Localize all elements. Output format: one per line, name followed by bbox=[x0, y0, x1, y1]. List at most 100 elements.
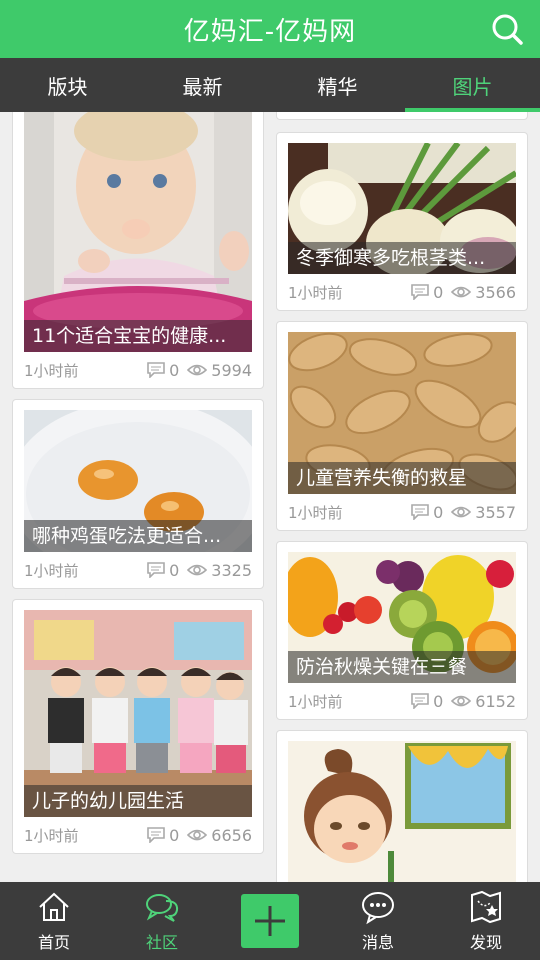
add-post-button[interactable] bbox=[241, 894, 299, 948]
post-caption: 哪种鸡蛋吃法更适合... bbox=[24, 520, 252, 552]
comment-count: 0 bbox=[147, 826, 179, 845]
view-count: 3566 bbox=[451, 283, 516, 302]
view-count-value: 3325 bbox=[211, 560, 252, 580]
nav-discover[interactable]: 发现 bbox=[432, 882, 540, 960]
map-icon bbox=[471, 890, 501, 924]
view-count: 3557 bbox=[451, 503, 516, 522]
post-image-peanuts: 儿童营养失衡的救星 bbox=[288, 332, 516, 494]
post-time: 1小时前 bbox=[24, 561, 79, 580]
view-count-value: 6152 bbox=[475, 691, 516, 711]
feed-column-right: 冬季御寒多吃根茎类... 1小时前 0 3566 儿童营养失衡的救星 1小时前 … bbox=[276, 112, 528, 882]
post-card[interactable]: 哪种鸡蛋吃法更适合... 1小时前 0 3325 bbox=[12, 399, 264, 589]
comment-icon bbox=[411, 284, 429, 300]
nav-add[interactable] bbox=[216, 882, 324, 960]
post-time: 1小时前 bbox=[288, 283, 343, 302]
add-icon bbox=[255, 906, 285, 936]
bottom-nav: 首页 社区 消息 发现 bbox=[0, 882, 540, 960]
comment-count: 0 bbox=[147, 361, 179, 380]
comment-icon bbox=[411, 504, 429, 520]
tab-label: 精华 bbox=[317, 74, 358, 99]
comment-icon bbox=[147, 827, 165, 843]
eye-icon bbox=[187, 829, 208, 841]
eye-icon bbox=[451, 506, 472, 518]
nav-messages[interactable]: 消息 bbox=[324, 882, 432, 960]
post-image-cartoon bbox=[288, 741, 516, 882]
nav-label: 消息 bbox=[361, 933, 394, 952]
app-bar: 亿妈汇-亿妈网 bbox=[0, 0, 540, 58]
tab-featured[interactable]: 精华 bbox=[270, 58, 405, 112]
post-card[interactable]: 11个适合宝宝的健康... 1小时前 0 5994 bbox=[12, 112, 264, 389]
nav-community[interactable]: 社区 bbox=[108, 882, 216, 960]
nav-label: 发现 bbox=[469, 933, 502, 952]
post-card[interactable]: 儿童营养失衡的救星 1小时前 0 3557 bbox=[276, 321, 528, 531]
view-count-value: 6656 bbox=[211, 825, 252, 845]
post-time: 1小时前 bbox=[24, 361, 79, 380]
post-image-baby: 11个适合宝宝的健康... bbox=[24, 112, 252, 352]
tab-label: 版块 bbox=[47, 74, 88, 99]
view-count: 5994 bbox=[187, 361, 252, 380]
post-meta: 1小时前 0 3557 bbox=[288, 494, 516, 530]
post-time: 1小时前 bbox=[24, 826, 79, 845]
comment-icon bbox=[147, 362, 165, 378]
app-title: 亿妈汇-亿妈网 bbox=[183, 16, 357, 47]
tab-latest[interactable]: 最新 bbox=[135, 58, 270, 112]
comment-count: 0 bbox=[411, 692, 443, 711]
post-card[interactable]: 冬季御寒多吃根茎类... 1小时前 0 3566 bbox=[276, 132, 528, 311]
comment-icon bbox=[411, 693, 429, 709]
post-image-turnips: 冬季御寒多吃根茎类... bbox=[288, 143, 516, 274]
post-card[interactable]: 防治秋燥关键在三餐 1小时前 0 6152 bbox=[276, 541, 528, 720]
eye-icon bbox=[451, 286, 472, 298]
view-count-value: 5994 bbox=[211, 360, 252, 380]
tab-pictures[interactable]: 图片 bbox=[405, 58, 540, 112]
comment-count-value: 0 bbox=[169, 825, 180, 845]
home-icon bbox=[39, 892, 69, 921]
view-count: 6656 bbox=[187, 826, 252, 845]
comment-icon bbox=[147, 562, 165, 578]
view-count: 6152 bbox=[451, 692, 516, 711]
comment-count: 0 bbox=[147, 561, 179, 580]
nav-home[interactable]: 首页 bbox=[0, 882, 108, 960]
post-meta: 1小时前 0 5994 bbox=[24, 352, 252, 388]
comment-count-value: 0 bbox=[169, 360, 180, 380]
view-count-value: 3566 bbox=[475, 282, 516, 302]
view-count: 3325 bbox=[187, 561, 252, 580]
post-image-kindergarten: 儿子的幼儿园生活 bbox=[24, 610, 252, 817]
tab-label: 图片 bbox=[452, 74, 493, 99]
post-card[interactable] bbox=[276, 730, 528, 882]
comment-count-value: 0 bbox=[433, 691, 444, 711]
tab-label: 最新 bbox=[182, 74, 223, 99]
post-image-eggs: 哪种鸡蛋吃法更适合... bbox=[24, 410, 252, 552]
comment-count-value: 0 bbox=[433, 282, 444, 302]
post-meta: 1小时前 0 6656 bbox=[24, 817, 252, 853]
eye-icon bbox=[187, 364, 208, 376]
post-time: 1小时前 bbox=[288, 692, 343, 711]
message-icon bbox=[362, 892, 394, 925]
post-meta: 1小时前 0 6152 bbox=[288, 683, 516, 719]
comment-count-value: 0 bbox=[169, 560, 180, 580]
post-meta: 1小时前 0 3566 bbox=[288, 274, 516, 310]
tab-sections[interactable]: 版块 bbox=[0, 58, 135, 112]
post-caption: 防治秋燥关键在三餐 bbox=[288, 651, 516, 683]
post-image-fruits: 防治秋燥关键在三餐 bbox=[288, 552, 516, 683]
post-caption: 儿童营养失衡的救星 bbox=[288, 462, 516, 494]
post-caption: 冬季御寒多吃根茎类... bbox=[288, 242, 516, 274]
search-icon[interactable] bbox=[490, 12, 524, 46]
nav-label: 首页 bbox=[37, 933, 70, 952]
comment-count: 0 bbox=[411, 283, 443, 302]
category-tabs: 版块 最新 精华 图片 bbox=[0, 58, 540, 112]
picture-feed[interactable]: 11个适合宝宝的健康... 1小时前 0 5994 哪种鸡蛋吃法更适合... 1… bbox=[0, 112, 540, 882]
nav-label: 社区 bbox=[145, 933, 178, 952]
view-count-value: 3557 bbox=[475, 502, 516, 522]
eye-icon bbox=[187, 564, 208, 576]
feed-column-left: 11个适合宝宝的健康... 1小时前 0 5994 哪种鸡蛋吃法更适合... 1… bbox=[12, 112, 264, 864]
comment-count-value: 0 bbox=[433, 502, 444, 522]
post-card-partial[interactable] bbox=[276, 112, 528, 120]
community-icon bbox=[146, 894, 179, 922]
post-caption: 11个适合宝宝的健康... bbox=[24, 320, 252, 352]
post-card[interactable]: 儿子的幼儿园生活 1小时前 0 6656 bbox=[12, 599, 264, 854]
post-caption: 儿子的幼儿园生活 bbox=[24, 785, 252, 817]
eye-icon bbox=[451, 695, 472, 707]
post-meta: 1小时前 0 3325 bbox=[24, 552, 252, 588]
comment-count: 0 bbox=[411, 503, 443, 522]
post-time: 1小时前 bbox=[288, 503, 343, 522]
